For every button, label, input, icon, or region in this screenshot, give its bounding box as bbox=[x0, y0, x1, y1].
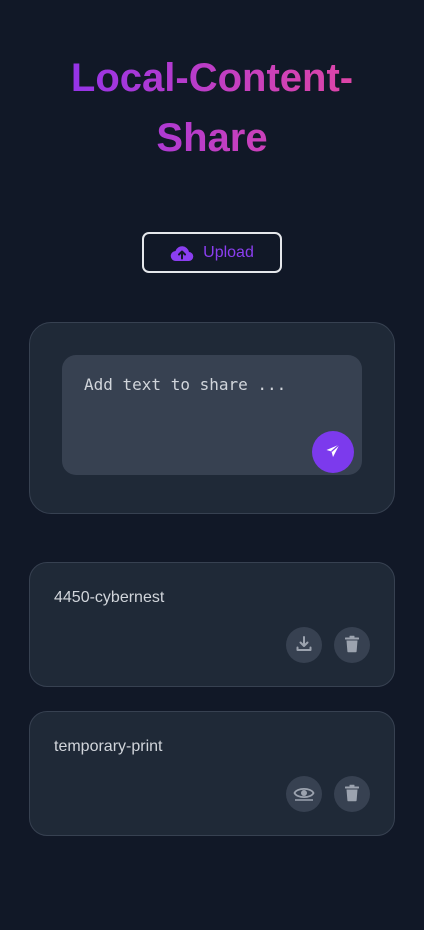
delete-button[interactable] bbox=[334, 776, 370, 812]
upload-button[interactable]: Upload bbox=[142, 232, 282, 273]
title-line-1: Local-Content- bbox=[70, 56, 354, 100]
page-title: Local-Content- Share bbox=[0, 48, 424, 168]
text-input-wrapper bbox=[62, 355, 362, 475]
download-icon bbox=[295, 635, 313, 656]
shared-item-name: temporary-print bbox=[54, 738, 163, 755]
shared-item-card: temporary-print bbox=[29, 711, 395, 836]
shared-item-name: 4450-cybernest bbox=[54, 589, 165, 606]
item-actions bbox=[286, 627, 370, 663]
download-button[interactable] bbox=[286, 627, 322, 663]
cloud-upload-icon bbox=[170, 243, 194, 263]
shared-item-card: 4450-cybernest bbox=[29, 562, 395, 687]
trash-icon bbox=[344, 635, 360, 656]
delete-button[interactable] bbox=[334, 627, 370, 663]
compose-card bbox=[29, 322, 395, 514]
send-button[interactable] bbox=[312, 431, 354, 473]
trash-icon bbox=[344, 784, 360, 805]
send-icon bbox=[325, 443, 341, 462]
eye-icon bbox=[293, 785, 315, 804]
upload-button-label: Upload bbox=[203, 243, 254, 261]
item-actions bbox=[286, 776, 370, 812]
view-button[interactable] bbox=[286, 776, 322, 812]
title-line-2: Share bbox=[156, 116, 268, 160]
